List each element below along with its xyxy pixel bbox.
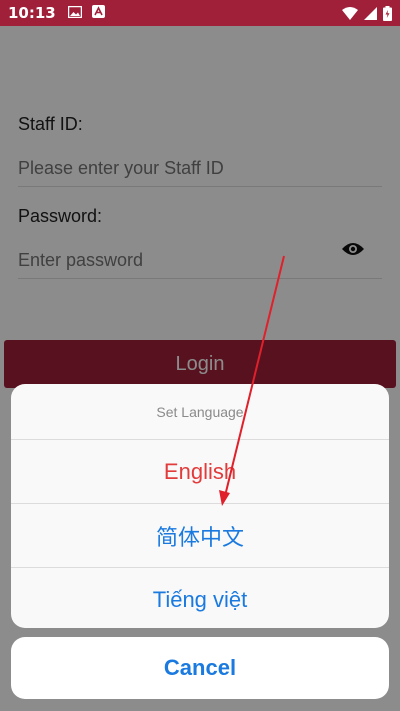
- cancel-button[interactable]: Cancel: [11, 637, 389, 699]
- status-bar: 10:13: [0, 0, 400, 26]
- image-icon: [67, 4, 82, 22]
- battery-icon: [383, 5, 392, 21]
- language-option-simplified-chinese[interactable]: 简体中文: [11, 504, 389, 568]
- app-notification-icon: [91, 4, 105, 22]
- signal-icon: [364, 6, 377, 20]
- language-action-sheet: Set Language English 简体中文 Tiếng việt: [11, 384, 389, 628]
- status-icons: [342, 5, 392, 21]
- sheet-title: Set Language: [11, 384, 389, 440]
- language-option-english[interactable]: English: [11, 440, 389, 504]
- language-option-vietnamese[interactable]: Tiếng việt: [11, 568, 389, 628]
- status-time: 10:13: [8, 4, 56, 22]
- wifi-icon: [342, 6, 358, 20]
